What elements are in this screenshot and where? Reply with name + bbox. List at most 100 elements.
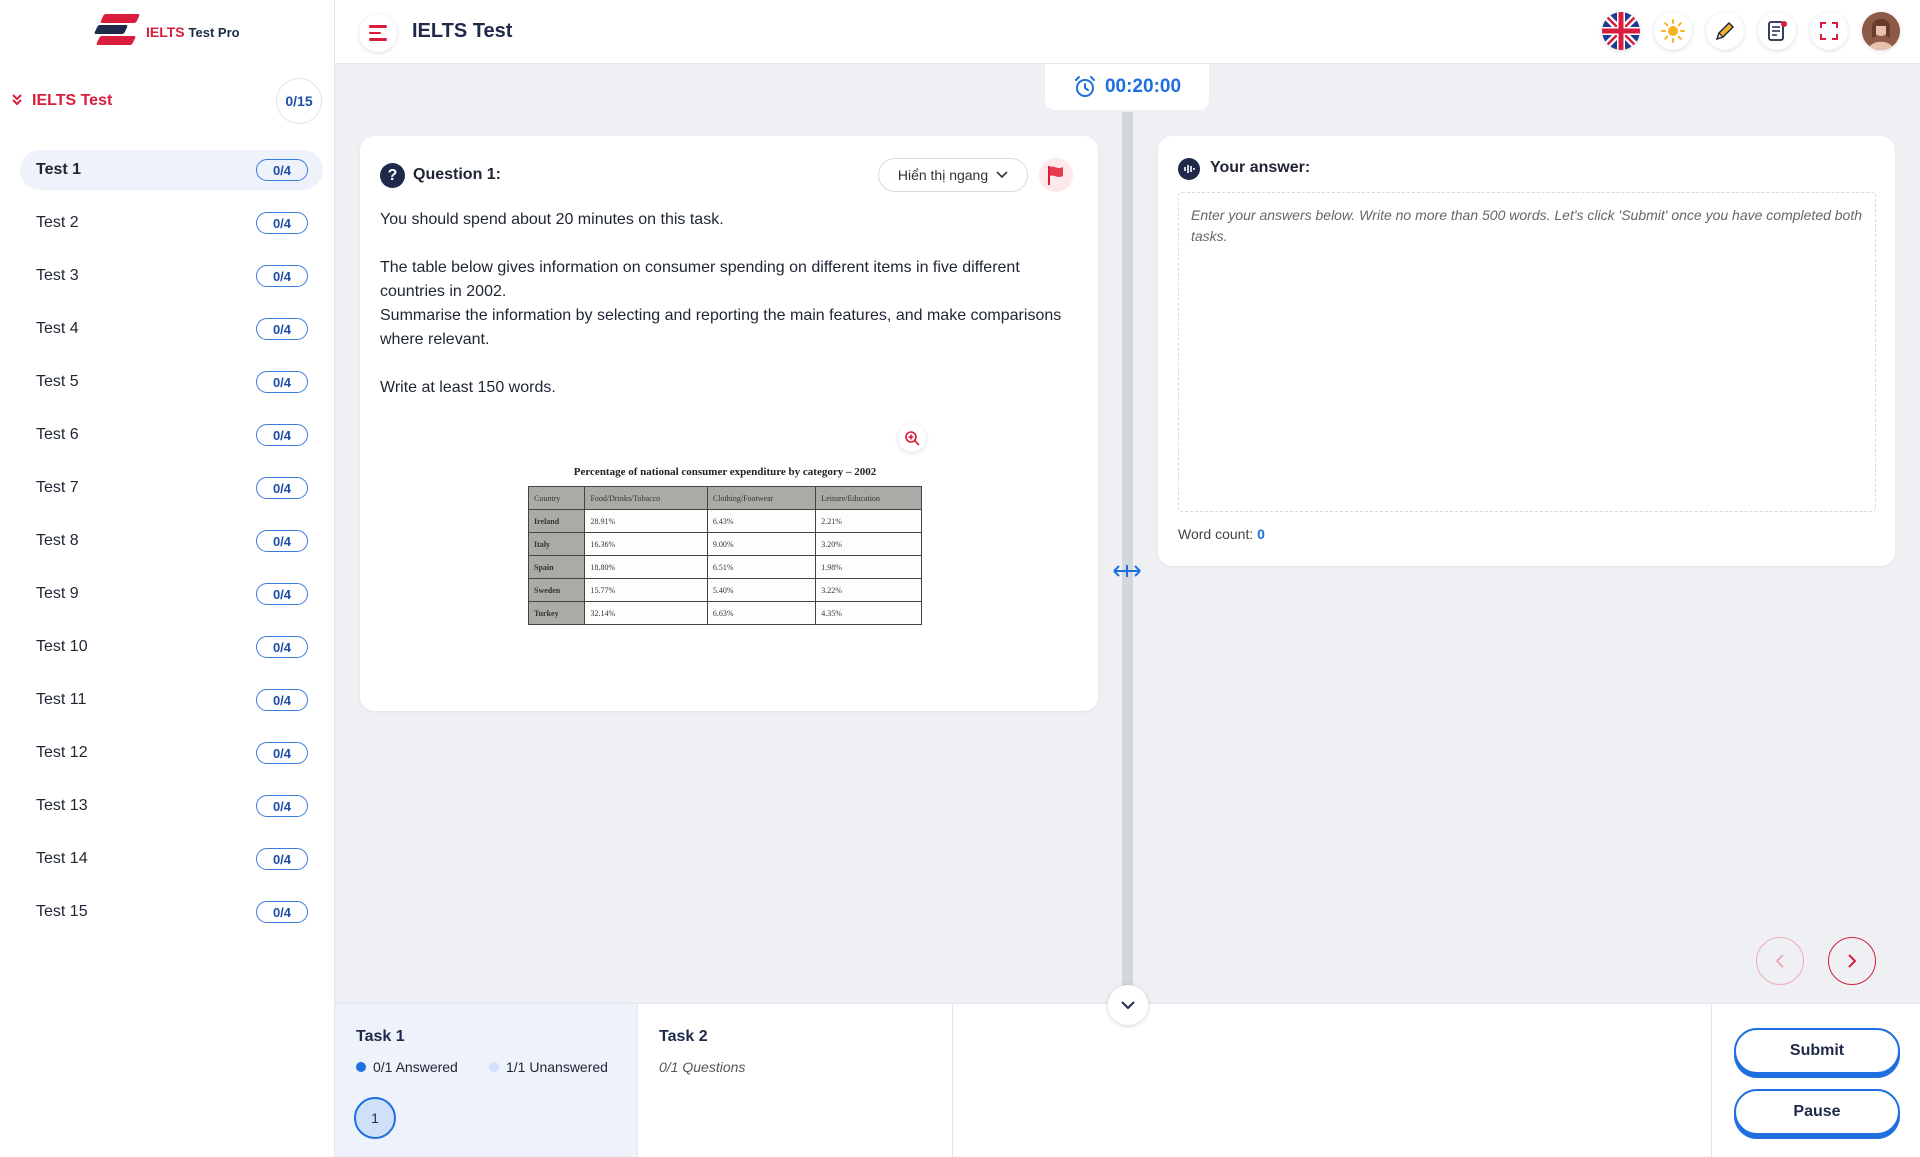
prompt-paragraph: Summarise the information by selecting a… [380,307,1062,348]
table-cell: 2.21% [815,509,922,533]
word-count: Word count: 0 [1178,526,1265,542]
notes-icon[interactable] [1758,12,1796,50]
sidebar-title: IELTS Test [32,92,113,109]
answer-textarea[interactable] [1178,192,1876,512]
sidebar-header[interactable]: IELTS Test 0/15 [12,78,322,124]
app-logo[interactable]: IELTS Test Pro [92,10,240,54]
pencil-icon[interactable] [1706,12,1744,50]
test-label: Test 13 [36,797,88,814]
test-score-badge: 0/4 [256,318,308,340]
test-score-badge: 0/4 [256,212,308,234]
task-2-subtitle: 0/1 Questions [659,1059,746,1075]
task-1-label: Task 1 [356,1028,405,1045]
sidebar-item-test-6[interactable]: Test 6 0/4 [20,415,323,455]
sidebar-item-test-1[interactable]: Test 1 0/4 [20,150,323,190]
sidebar-item-test-7[interactable]: Test 7 0/4 [20,468,323,508]
expenditure-table: Country Food/Drinks/Tobacco Clothing/Footw… [527,486,922,625]
task-tab-1[interactable]: Task 1 0/1 Answered 1/1 Unanswered 1 [335,1004,638,1157]
menu-toggle-button[interactable] [359,14,397,52]
fullscreen-icon[interactable] [1810,12,1848,50]
collapse-panel-button[interactable] [1108,985,1148,1025]
table-cell: 6.51% [706,555,817,579]
prompt-paragraph: You should spend about 20 minutes on thi… [380,211,724,228]
task-image-title: Percentage of national consumer expendit… [573,466,877,478]
next-question-button[interactable] [1828,937,1876,985]
sidebar-item-test-10[interactable]: Test 10 0/4 [20,627,323,667]
test-score-badge: 0/4 [256,371,308,393]
table-cell: 15.77% [584,578,708,602]
unanswered-status: 1/1 Unanswered [489,1059,608,1075]
sidebar-item-test-8[interactable]: Test 8 0/4 [20,521,323,561]
test-label: Test 2 [36,214,79,231]
test-score-badge: 0/4 [256,424,308,446]
test-label: Test 7 [36,479,79,496]
sun-icon[interactable] [1654,12,1692,50]
table-cell: 16.36% [584,532,708,556]
test-score-badge: 0/4 [256,848,308,870]
table-cell: 3.20% [815,532,922,556]
sidebar-item-test-15[interactable]: Test 15 0/4 [20,892,323,932]
table-cell: Spain [527,555,586,579]
test-score-badge: 0/4 [256,795,308,817]
page-title: IELTS Test [412,20,513,42]
zoom-in-icon [905,431,920,446]
chevron-down-icon [996,171,1008,179]
table-cell: 4.35% [815,601,922,625]
chevron-right-icon [1848,954,1857,968]
prompt-paragraph: Write at least 150 words. [380,379,556,396]
table-cell: 6.43% [706,509,817,533]
prompt-paragraph: The table below gives information on con… [380,259,1020,300]
flag-question-button[interactable] [1039,158,1073,192]
sidebar: IELTS Test Pro IELTS Test 0/15 Test 1 0/4… [0,0,335,1157]
pane-splitter[interactable] [1122,112,1133,997]
unanswered-dot [489,1062,499,1072]
flag-icon [1048,166,1063,185]
question-title: Question 1: [413,166,502,183]
test-label: Test 8 [36,532,79,549]
uk-flag-icon[interactable] [1602,12,1640,50]
table-cell: 3.22% [815,578,922,602]
sidebar-item-test-14[interactable]: Test 14 0/4 [20,839,323,879]
zoom-in-button[interactable] [898,424,926,452]
answered-dot [356,1062,366,1072]
table-cell: 18.80% [584,555,708,579]
sidebar-item-test-11[interactable]: Test 11 0/4 [20,680,323,720]
task-tab-2[interactable]: Task 2 0/1 Questions [638,1004,953,1157]
task-image[interactable]: Percentage of national consumer expendit… [527,466,922,625]
pause-button[interactable]: Pause [1734,1089,1900,1135]
test-label: Test 6 [36,426,79,443]
test-label: Test 3 [36,267,79,284]
user-avatar[interactable] [1862,12,1900,50]
test-label: Test 15 [36,903,88,920]
table-cell: Ireland [527,509,586,533]
test-label: Test 9 [36,585,79,602]
resize-horizontal-icon[interactable] [1113,561,1141,581]
sidebar-item-test-2[interactable]: Test 2 0/4 [20,203,323,243]
table-cell: 1.98% [815,555,922,579]
test-list: Test 1 0/4 Test 2 0/4 Test 3 0/4 Test 4 0/4 Test… [20,150,323,945]
display-mode-label: Hiển thị ngang [897,167,989,183]
sidebar-item-test-13[interactable]: Test 13 0/4 [20,786,323,826]
sidebar-item-test-3[interactable]: Test 3 0/4 [20,256,323,296]
display-mode-select[interactable]: Hiển thị ngang [878,158,1028,192]
answered-status: 0/1 Answered [356,1059,458,1075]
test-score-badge: 0/4 [256,901,308,923]
test-label: Test 14 [36,850,88,867]
sidebar-item-test-5[interactable]: Test 5 0/4 [20,362,323,402]
logo-text: IELTS Test Pro [146,24,240,40]
submit-button[interactable]: Submit [1734,1028,1900,1074]
question-help-icon: ? [380,163,405,188]
word-count-label: Word count: [1178,526,1254,542]
countdown-timer: 00:20:00 [1045,64,1209,110]
table-header-cell: Leisure/Education [815,486,922,510]
sidebar-item-test-9[interactable]: Test 9 0/4 [20,574,323,614]
test-label: Test 12 [36,744,88,761]
sidebar-item-test-12[interactable]: Test 12 0/4 [20,733,323,773]
table-header-cell: Food/Drinks/Tobacco [584,486,708,510]
sidebar-item-test-4[interactable]: Test 4 0/4 [20,309,323,349]
previous-question-button[interactable] [1756,937,1804,985]
test-score-badge: 0/4 [256,583,308,605]
question-number-button[interactable]: 1 [354,1097,396,1139]
audio-wave-icon [1178,158,1200,180]
test-score-badge: 0/4 [256,477,308,499]
